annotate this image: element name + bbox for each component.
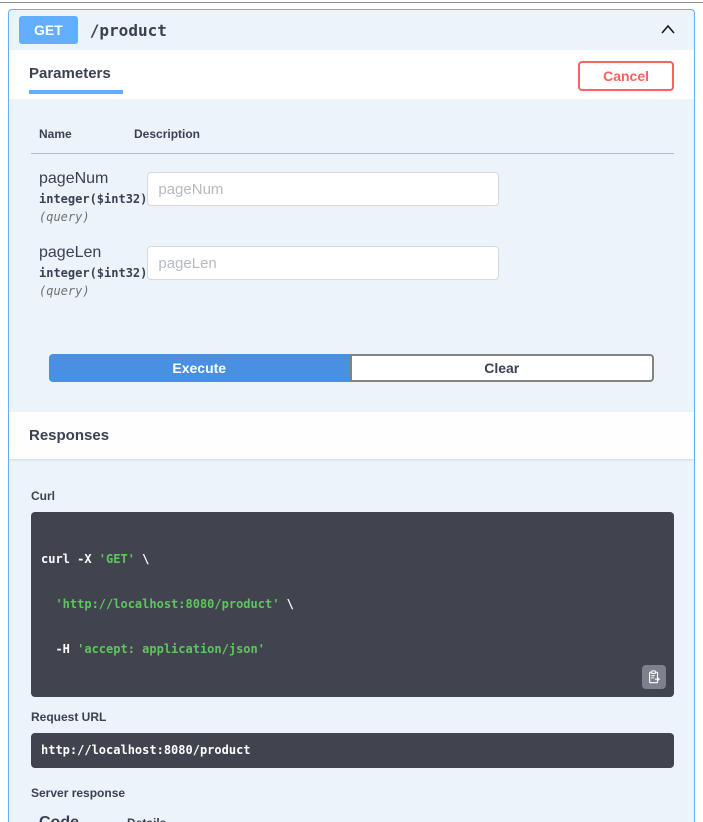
details-column-header: Details <box>127 816 674 822</box>
tab-bar: Parameters Cancel <box>9 50 694 99</box>
parameter-name: pageLen <box>39 244 102 261</box>
clipboard-icon <box>649 670 661 684</box>
parameter-row-pagelen: pageLen integer($int32) (query) <box>31 228 674 302</box>
response-table-header: Code Details <box>31 814 674 822</box>
tab-parameters[interactable]: Parameters <box>29 65 123 94</box>
parameter-location: (query) <box>39 284 90 298</box>
opblock-summary[interactable]: GET /product <box>9 10 694 50</box>
execute-row: Execute Clear <box>49 354 654 382</box>
parameter-location: (query) <box>39 210 90 224</box>
parameter-meta: pageNum integer($int32) (query) <box>39 170 147 224</box>
pagelen-input[interactable] <box>147 246 500 280</box>
parameter-type: integer($int32) <box>39 192 148 206</box>
clear-button[interactable]: Clear <box>349 354 654 382</box>
responses-section-header: Responses <box>9 412 694 459</box>
chevron-up-icon <box>661 24 675 34</box>
curl-label: Curl <box>31 489 55 503</box>
parameters-table-header: Name Description <box>31 127 674 154</box>
parameter-name: pageNum <box>39 170 109 187</box>
cancel-button[interactable]: Cancel <box>578 60 674 91</box>
pagenum-input[interactable] <box>147 172 500 206</box>
curl-block: curl -X 'GET' \ 'http://localhost:8080/p… <box>31 512 674 697</box>
curl-command: curl -X 'GET' \ 'http://localhost:8080/p… <box>41 552 294 656</box>
parameter-description-cell <box>147 244 674 298</box>
copy-to-clipboard-button[interactable] <box>642 665 666 689</box>
request-url-block: http://localhost:8080/product <box>31 733 674 768</box>
parameter-description-cell <box>147 170 674 224</box>
responses-body: Curl curl -X 'GET' \ 'http://localhost:8… <box>9 459 694 822</box>
code-column-header: Code <box>39 814 127 822</box>
name-column-header: Name <box>39 127 72 141</box>
parameter-type: integer($int32) <box>39 266 148 280</box>
method-badge: GET <box>19 16 78 44</box>
section-divider <box>0 2 703 3</box>
execute-button[interactable]: Execute <box>49 354 350 382</box>
parameter-meta: pageLen integer($int32) (query) <box>39 244 147 298</box>
collapse-button[interactable] <box>658 20 678 40</box>
parameters-section: Name Description pageNum integer($int32)… <box>9 99 694 302</box>
request-url-label: Request URL <box>31 710 107 724</box>
server-response-label: Server response <box>31 786 126 800</box>
request-url-value: http://localhost:8080/product <box>41 743 251 757</box>
opblock-get-product: GET /product Parameters Cancel Name Desc… <box>8 9 695 822</box>
endpoint-path: /product <box>89 20 167 40</box>
parameter-row-pagenum: pageNum integer($int32) (query) <box>31 154 674 228</box>
description-column-header: Description <box>134 127 201 141</box>
